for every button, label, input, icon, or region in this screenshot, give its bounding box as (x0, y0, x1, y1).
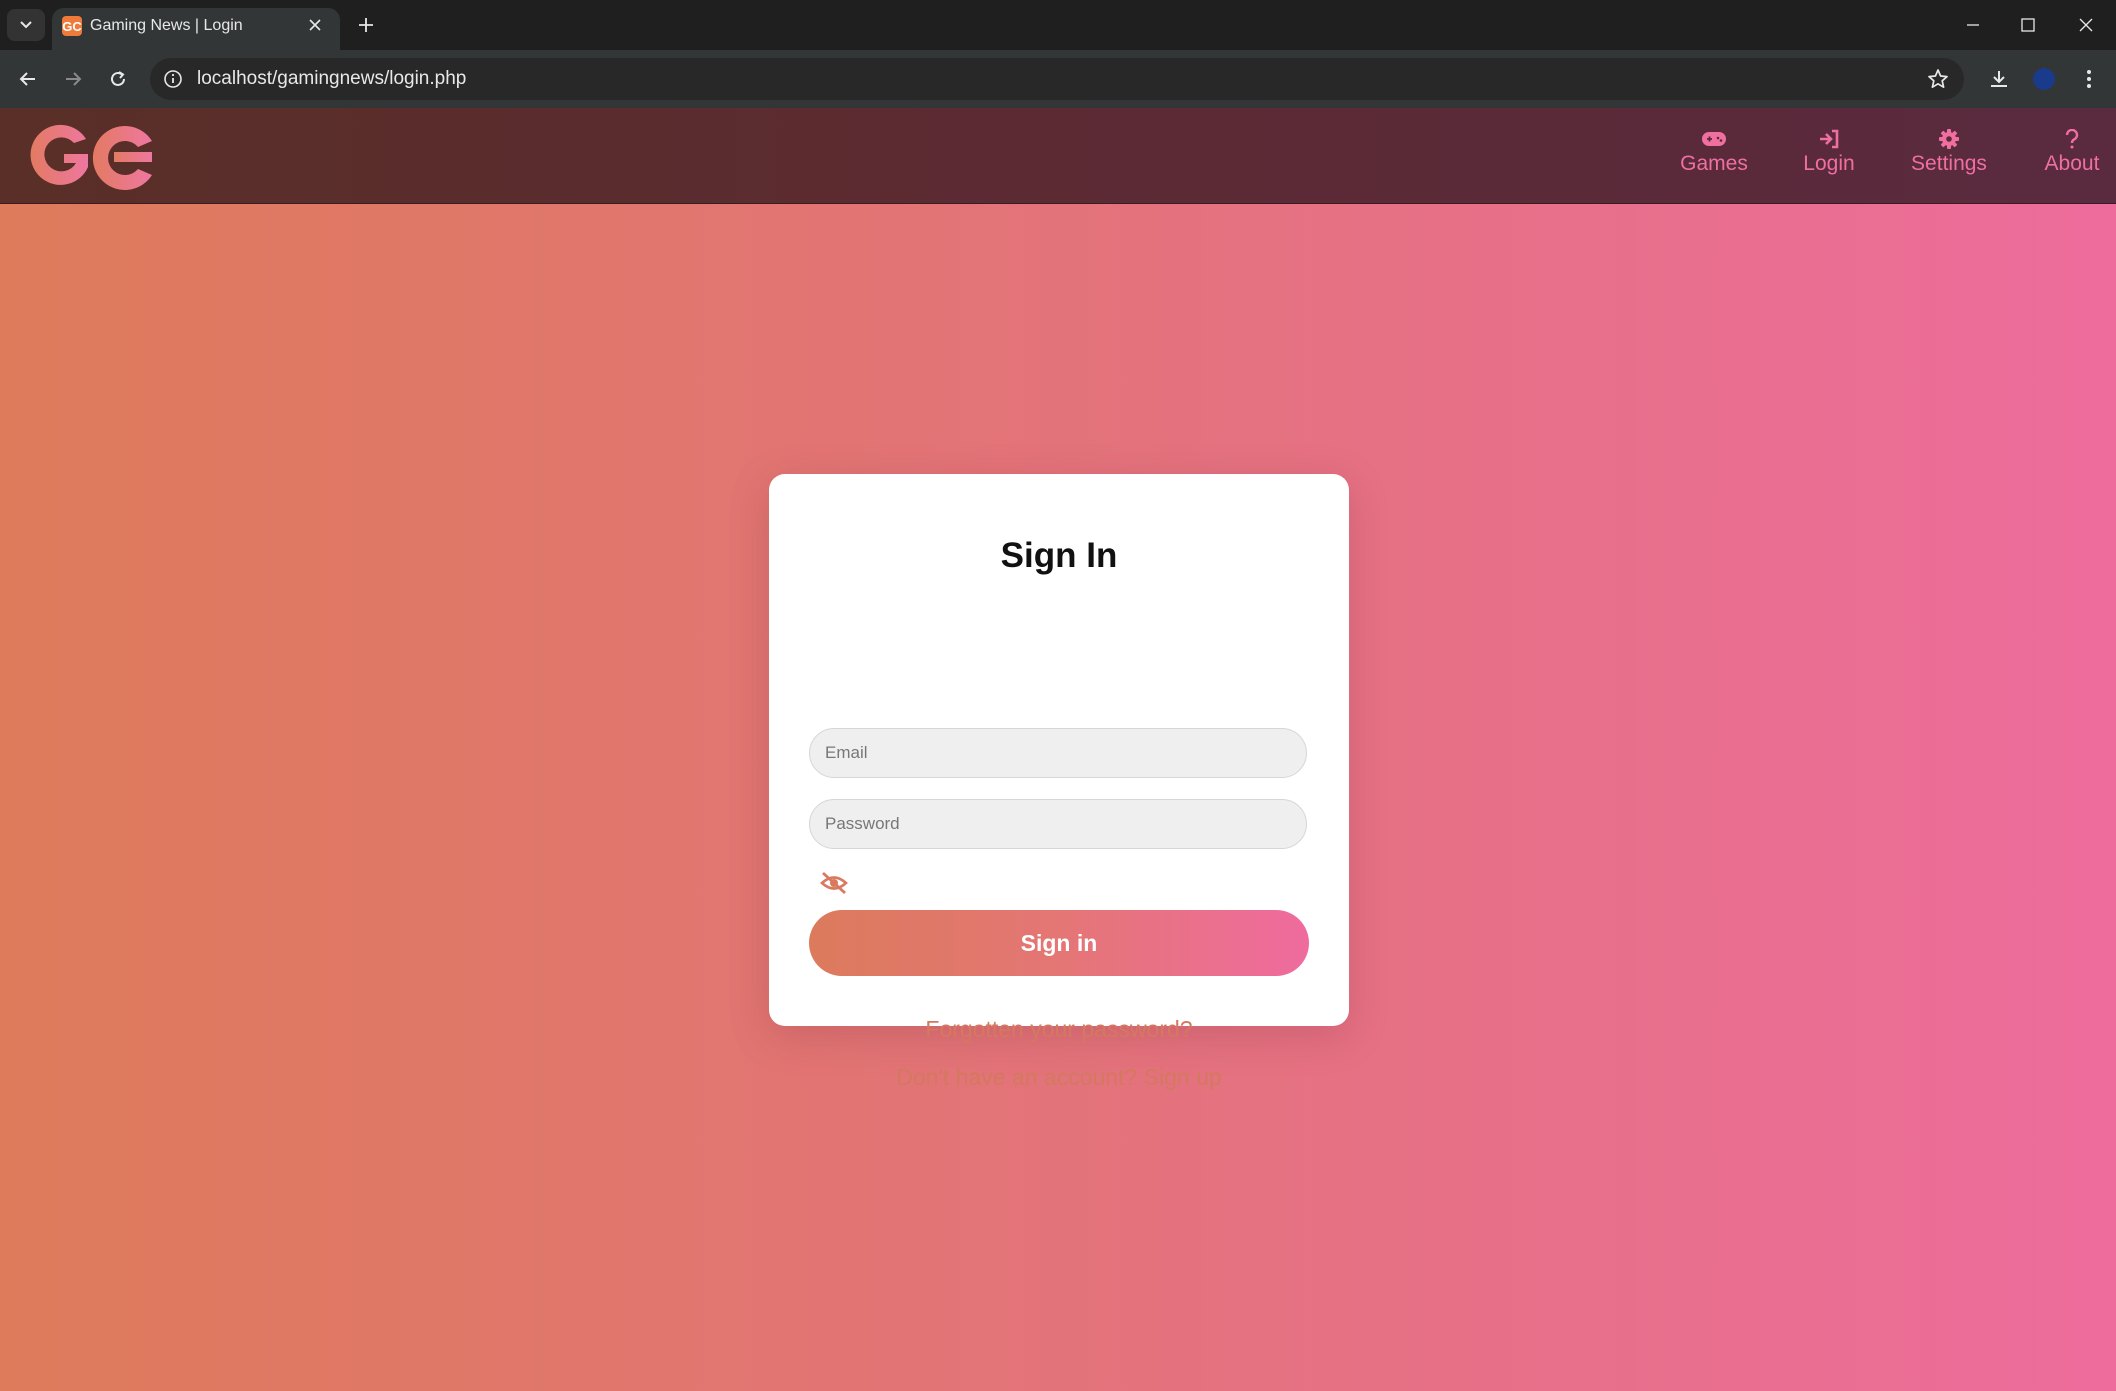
nav-games-label: Games (1680, 152, 1748, 175)
page-content: Games Login Settings About Sign In Email… (0, 108, 2116, 1391)
tab-search-button[interactable] (7, 9, 45, 41)
plus-icon (359, 18, 373, 32)
browser-menu-button[interactable] (2072, 62, 2106, 96)
more-vertical-icon (2087, 70, 2091, 88)
nav-about-label: About (2044, 152, 2100, 175)
close-icon (2079, 18, 2093, 32)
maximize-button[interactable] (1998, 6, 2058, 44)
email-field[interactable] (809, 728, 1307, 778)
downloads-button[interactable] (1982, 62, 2016, 96)
reload-button[interactable] (101, 62, 135, 96)
site-header: Games Login Settings About (0, 108, 2116, 204)
arrow-right-icon (66, 72, 82, 86)
favicon-icon: GC (62, 16, 82, 36)
profile-button[interactable] (2027, 62, 2061, 96)
back-button[interactable] (11, 62, 45, 96)
browser-tab-active[interactable]: GC Gaming News | Login (52, 8, 340, 50)
tab-title: Gaming News | Login (90, 17, 243, 34)
chevron-down-icon (20, 21, 32, 29)
browser-toolbar: localhost/gamingnews/login.php (0, 50, 2116, 108)
eye-slash-icon (820, 871, 848, 895)
site-logo[interactable] (24, 121, 154, 191)
forward-button[interactable] (56, 62, 90, 96)
nav-login-label: Login (1803, 152, 1855, 175)
minimize-icon (1967, 24, 1979, 26)
site-info-icon[interactable] (162, 68, 184, 90)
sign-in-icon (1820, 129, 1839, 149)
question-icon (2065, 129, 2079, 149)
login-card: Sign In Sign in Forgotten your password?… (769, 474, 1349, 1090)
avatar (2033, 68, 2055, 90)
gamepad-icon (1702, 132, 1726, 146)
reload-icon (111, 71, 125, 86)
nav-settings-label: Settings (1911, 152, 1987, 175)
bookmark-star-icon[interactable] (1926, 67, 1950, 91)
nav-settings[interactable]: Settings (1906, 128, 1992, 188)
url-text: localhost/gamingnews/login.php (197, 68, 467, 89)
nav-login[interactable]: Login (1796, 128, 1862, 188)
password-field[interactable] (809, 799, 1307, 849)
arrow-left-icon (19, 72, 35, 86)
nav-about[interactable]: About (2040, 128, 2104, 188)
forgot-password-link[interactable]: Forgotten your password? (769, 1016, 1349, 1043)
toggle-password-visibility-button[interactable] (819, 870, 849, 896)
download-icon (1991, 71, 2007, 87)
new-tab-button[interactable] (352, 11, 380, 39)
nav-games[interactable]: Games (1676, 128, 1752, 188)
minimize-button[interactable] (1943, 6, 2003, 44)
sign-in-button[interactable]: Sign in (809, 910, 1309, 976)
close-icon (309, 19, 321, 31)
maximize-icon (2021, 18, 2035, 32)
tab-close-button[interactable] (304, 14, 326, 36)
window-close-button[interactable] (2056, 6, 2116, 44)
gear-icon (1939, 129, 1959, 149)
signup-link[interactable]: Don't have an account? Sign up (769, 1064, 1349, 1091)
address-bar[interactable]: localhost/gamingnews/login.php (150, 58, 1964, 100)
browser-titlebar: GC Gaming News | Login (0, 0, 2116, 50)
page-title: Sign In (1000, 536, 1118, 575)
